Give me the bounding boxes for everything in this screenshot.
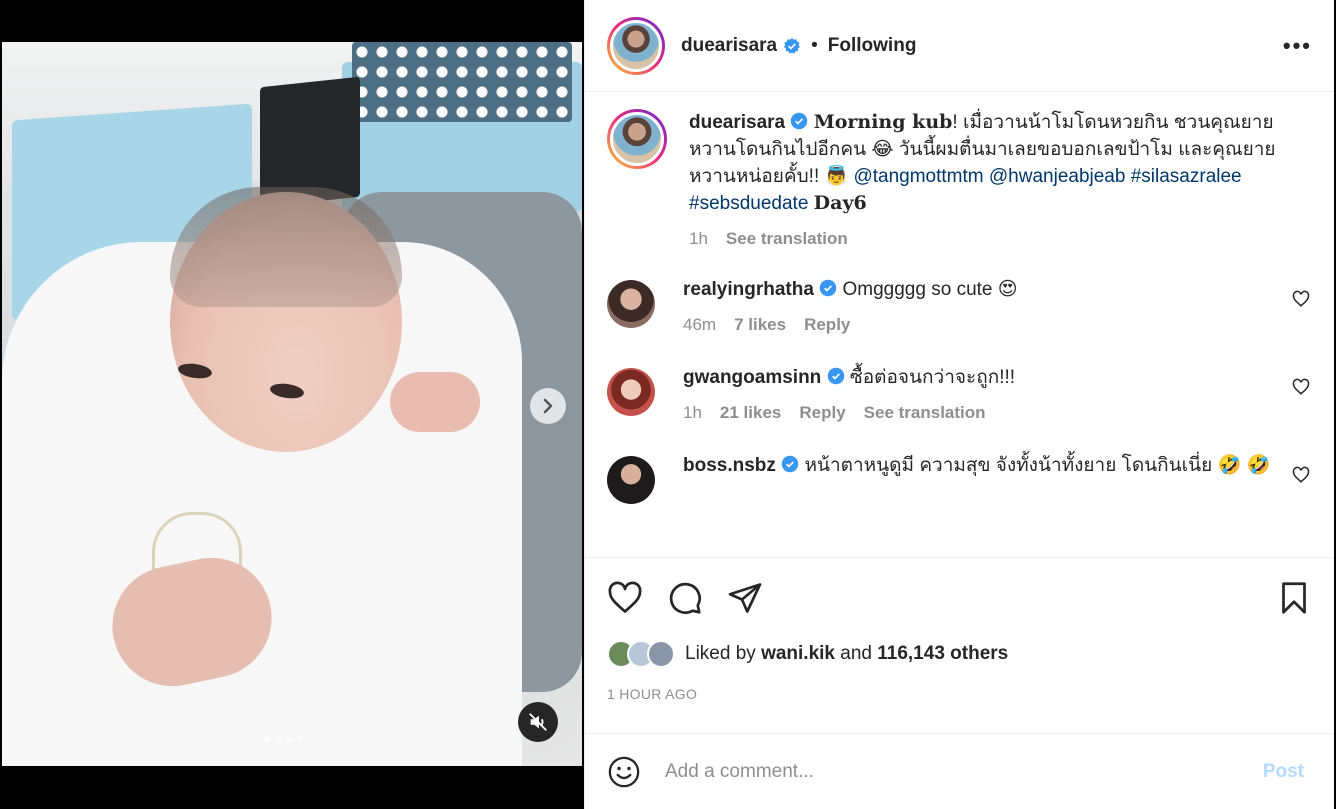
heart-icon[interactable] <box>607 580 643 616</box>
verified-badge-icon <box>819 279 837 297</box>
chevron-right-icon <box>543 398 553 414</box>
comment-icon[interactable] <box>667 580 703 616</box>
caption-username[interactable]: duearisara <box>689 112 785 133</box>
caption-bold-end: Day6 <box>813 192 867 214</box>
avatar[interactable] <box>607 280 655 328</box>
avatar[interactable] <box>607 368 655 416</box>
carousel-dot <box>275 736 281 742</box>
avatar[interactable] <box>607 456 655 504</box>
comment-heart-icon[interactable] <box>1292 466 1310 484</box>
caption-time: 1h <box>689 229 708 248</box>
see-translation-button[interactable]: See translation <box>726 225 848 252</box>
carousel-dot <box>297 736 303 742</box>
comment-time: 46m <box>683 315 717 334</box>
more-options-button[interactable]: ••• <box>1283 33 1312 59</box>
post-timestamp: 1 HOUR AGO <box>607 686 698 702</box>
post-comment-button[interactable]: Post <box>1263 761 1304 783</box>
verified-badge-icon <box>791 112 808 130</box>
comment-time: 1h <box>683 403 702 422</box>
comment-item: gwangoamsinn ซื้อต่อจนกว่าจะถูก!!! 1h 21… <box>607 364 1312 426</box>
mention-link[interactable]: @hwanjeabjeab <box>989 166 1126 187</box>
likes-summary: Liked by wani.kik and 116,143 others <box>607 640 1312 668</box>
post-details-panel: duearisara • Following ••• duearisara Mo… <box>584 0 1334 809</box>
emoji-icon[interactable] <box>607 755 641 789</box>
reply-button[interactable]: Reply <box>804 311 850 338</box>
carousel-indicator <box>264 736 303 742</box>
liked-by-prefix: Liked by <box>685 643 756 664</box>
verified-badge-icon <box>784 37 800 53</box>
post-actions: Liked by wani.kik and 116,143 others 1 H… <box>585 557 1334 702</box>
post-media-panel <box>0 0 584 809</box>
comment-text: ซื้อต่อจนกว่าจะถูก!!! <box>849 367 1016 388</box>
comment-likes[interactable]: 21 likes <box>720 399 781 426</box>
comment-item: boss.nsbz หน้าตาหนูดูมี ความสุข จังทั้งน… <box>607 452 1312 504</box>
comment-input[interactable] <box>665 760 1263 783</box>
liked-by-user[interactable]: wani.kik <box>761 643 835 665</box>
separator-dot: • <box>811 34 818 56</box>
avatar[interactable] <box>647 640 675 668</box>
next-slide-button[interactable] <box>530 388 566 424</box>
caption-bold-start: Morning kub <box>813 111 953 133</box>
likes-count[interactable]: 116,143 others <box>877 643 1008 665</box>
comment-text: Omggggg so cute 😍 <box>842 279 1018 300</box>
following-button[interactable]: Following <box>828 35 917 57</box>
comment-heart-icon[interactable] <box>1292 378 1310 396</box>
see-translation-button[interactable]: See translation <box>864 399 986 426</box>
bookmark-icon[interactable] <box>1276 580 1312 616</box>
mention-link[interactable]: @tangmottmtm <box>853 166 983 187</box>
comment-heart-icon[interactable] <box>1292 290 1310 308</box>
comment-likes[interactable]: 7 likes <box>734 311 786 338</box>
carousel-dot <box>286 736 292 742</box>
caption: duearisara Morning kub! เมื่อวานน้าโมโดน… <box>607 109 1312 252</box>
comments-section: duearisara Morning kub! เมื่อวานน้าโมโดน… <box>585 93 1334 557</box>
post-header: duearisara • Following ••• <box>585 0 1334 92</box>
author-username[interactable]: duearisara <box>681 35 777 57</box>
comment-username[interactable]: realyingrhatha <box>683 279 814 300</box>
paper-plane-icon[interactable] <box>727 580 763 616</box>
avatar[interactable] <box>607 16 665 75</box>
add-comment-bar: Post <box>585 733 1334 809</box>
avatar[interactable] <box>607 109 667 169</box>
verified-badge-icon <box>781 455 799 473</box>
comment-text: หน้าตาหนูดูมี ความสุข จังทั้งน้าทั้งยาย … <box>804 455 1271 476</box>
baby-photo[interactable] <box>2 42 582 766</box>
mute-button[interactable] <box>518 702 558 742</box>
liked-by-and: and <box>840 643 872 664</box>
verified-badge-icon <box>827 367 844 385</box>
comment-username[interactable]: gwangoamsinn <box>683 367 821 388</box>
hashtag-link[interactable]: #sebsduedate <box>689 193 808 214</box>
hashtag-link[interactable]: #silasazralee <box>1131 166 1242 187</box>
muted-speaker-icon <box>529 713 547 731</box>
reply-button[interactable]: Reply <box>799 399 845 426</box>
comment-item: realyingrhatha Omggggg so cute 😍 46m 7 l… <box>607 276 1312 338</box>
carousel-dot <box>264 736 270 742</box>
comment-username[interactable]: boss.nsbz <box>683 455 776 476</box>
